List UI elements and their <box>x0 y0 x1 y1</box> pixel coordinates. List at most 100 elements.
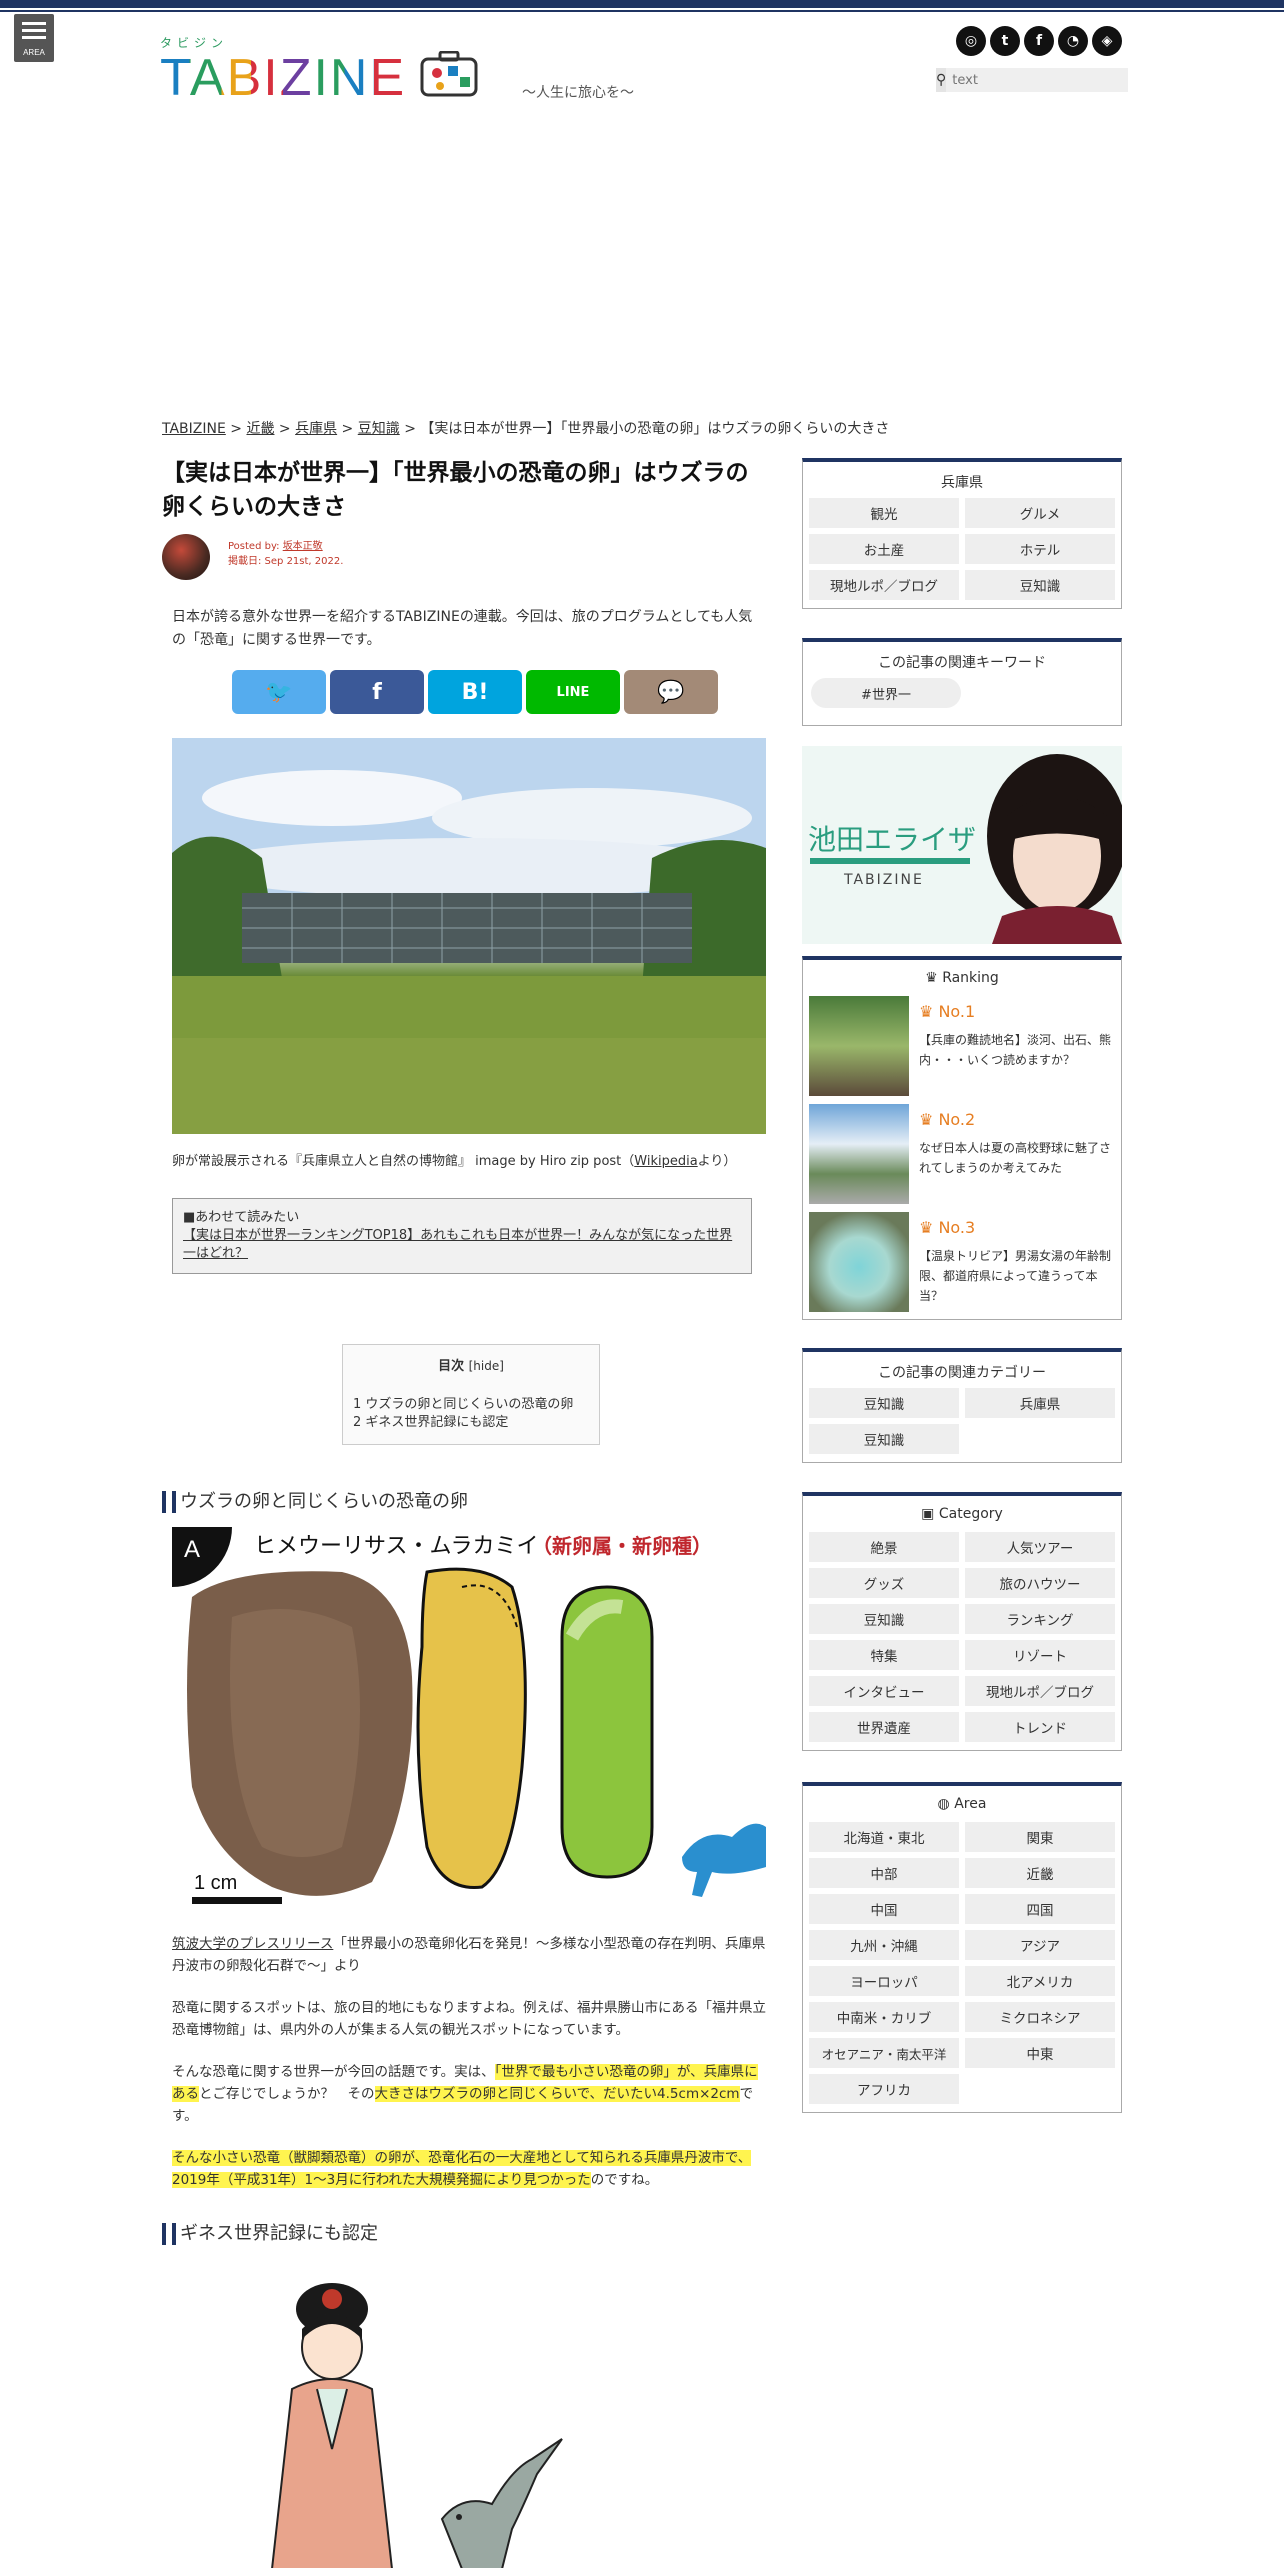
share-twitter-button[interactable]: 🐦 <box>232 670 326 714</box>
facebook-icon[interactable]: f <box>1024 26 1054 56</box>
share-comment-button[interactable]: 💬 <box>624 670 718 714</box>
ranking-title: なぜ日本人は夏の高校野球に魅了されてしまうのか考えてみた <box>919 1141 1112 1175</box>
sidebar-item[interactable]: アジア <box>965 1930 1115 1960</box>
sidebar-item[interactable]: 豆知識 <box>809 1424 959 1454</box>
sidebar-item[interactable]: ヨーロッパ <box>809 1966 959 1996</box>
museum-photo <box>172 738 766 1134</box>
sidebar-item[interactable]: グルメ <box>965 498 1115 528</box>
sidebar-item[interactable]: 豆知識 <box>809 1388 959 1418</box>
toc-item[interactable]: 2 ギネス世界記録にも認定 <box>353 1414 589 1432</box>
feedly-icon[interactable]: ◈ <box>1092 26 1122 56</box>
breadcrumb-link[interactable]: 豆知識 <box>358 421 400 437</box>
sidebar-item[interactable]: トレンド <box>965 1712 1115 1742</box>
share-buttons: 🐦 f B! LINE 💬 <box>232 670 768 714</box>
sidebar-item[interactable]: 九州・沖縄 <box>809 1930 959 1960</box>
area-title: Area <box>954 1796 987 1812</box>
sidebar-item[interactable]: 人気ツアー <box>965 1532 1115 1562</box>
interview-banner[interactable]: 池田エライザ TABIZINE <box>802 746 1122 944</box>
related-article-box: ■あわせて読みたい 【実は日本が世界一ランキングTOP18】あれもこれも日本が世… <box>172 1198 752 1274</box>
sidebar-item[interactable]: 四国 <box>965 1894 1115 1924</box>
sidebar-item[interactable]: 豆知識 <box>809 1604 959 1634</box>
related-article-link[interactable]: 【実は日本が世界一ランキングTOP18】あれもこれも日本が世界一！みんなが気にな… <box>183 1228 732 1261</box>
menu-button[interactable]: AREA <box>14 14 54 62</box>
sidebar-item[interactable]: ホテル <box>965 534 1115 564</box>
rss-icon[interactable]: ◔ <box>1058 26 1088 56</box>
ranking-number-text: No.2 <box>938 1110 976 1129</box>
search-input[interactable] <box>946 68 1129 92</box>
sidebar-item[interactable]: 現地ルポ／ブログ <box>965 1676 1115 1706</box>
site-logo[interactable]: TABIZINE <box>160 48 478 108</box>
sidebar-item[interactable]: 旅のハウツー <box>965 1568 1115 1598</box>
tagline: ～人生に旅心を～ <box>522 85 634 101</box>
posted-by-label: Posted by: <box>228 541 283 552</box>
share-hatena-button[interactable]: B! <box>428 670 522 714</box>
twitter-icon[interactable]: t <box>990 26 1020 56</box>
highlight-text: そんな小さい恐竜（獣脚類恐竜）の卵が、恐竜化石の一大産地として知られる兵庫県丹波… <box>172 2150 752 2188</box>
sidebar-heading: 兵庫県 <box>941 475 983 491</box>
sidebar-item[interactable]: 特集 <box>809 1640 959 1670</box>
sidebar-item[interactable]: 中東 <box>965 2038 1115 2068</box>
sidebar-item[interactable]: 豆知識 <box>965 570 1115 600</box>
sidebar-item[interactable]: 兵庫県 <box>965 1388 1115 1418</box>
article-body: 筑波大学のプレスリリース「世界最小の恐竜卵化石を発見！～多様な小型恐竜の存在判明… <box>162 1933 768 2191</box>
sidebar-item[interactable]: ミクロネシア <box>965 2002 1115 2032</box>
section-heading-2: ギネス世界記録にも認定 <box>162 2223 768 2245</box>
share-facebook-button[interactable]: f <box>330 670 424 714</box>
sidebar-item[interactable]: 中部 <box>809 1858 959 1888</box>
ranking-item[interactable]: ♛ No.1 【兵庫の難読地名】淡河、出石、熊内・・・いくつ読めますか？ <box>809 996 1115 1104</box>
ranking-title: 【兵庫の難読地名】淡河、出石、熊内・・・いくつ読めますか？ <box>919 1033 1112 1067</box>
paragraph: そんな恐竜に関する世界一が今回の話題です。実は、「世界で最も小さい恐竜の卵」が、… <box>172 2061 766 2127</box>
sidebar-item[interactable]: オセアニア・南太平洋 <box>809 2038 959 2068</box>
breadcrumb-link[interactable]: 兵庫県 <box>295 421 337 437</box>
ranking-title: Ranking <box>942 970 999 986</box>
sidebar-item[interactable]: リゾート <box>965 1640 1115 1670</box>
sidebar-heading: ▣ Category <box>803 1496 1121 1532</box>
sidebar-item[interactable]: 絶景 <box>809 1532 959 1562</box>
highlight-text: 大きさはウズラの卵と同じくらいで、だいたい4.5cm×2cm <box>374 2086 740 2102</box>
sidebar-item[interactable]: 近畿 <box>965 1858 1115 1888</box>
museum-photo-image <box>172 738 766 1134</box>
intro-text: 日本が誇る意外な世界一を紹介するTABIZINEの連載。今回は、旅のプログラムと… <box>172 609 753 648</box>
wikipedia-link[interactable]: Wikipedia <box>634 1154 697 1169</box>
search-icon[interactable]: ⚲ <box>936 68 947 92</box>
crown-icon: ♛ <box>919 1218 934 1237</box>
keyword-tag[interactable]: #世界一 <box>811 678 961 708</box>
sidebar-item[interactable]: 観光 <box>809 498 959 528</box>
toc-hide-toggle[interactable]: [hide] <box>469 1359 504 1373</box>
ranking-item[interactable]: ♛ No.3 【温泉トリビア】男湯女湯の年齢制限、都道府県によって違うって本当？ <box>809 1212 1115 1320</box>
toc-heading: 目次 [hide] <box>353 1357 589 1376</box>
breadcrumb-link[interactable]: 近畿 <box>246 421 274 437</box>
sidebar-item[interactable]: 関東 <box>965 1822 1115 1852</box>
related-label: ■あわせて読みたい <box>183 1210 300 1225</box>
sidebar-item[interactable]: ランキング <box>965 1604 1115 1634</box>
sidebar-item[interactable]: 現地ルポ／ブログ <box>809 570 959 600</box>
sidebar-item[interactable]: グッズ <box>809 1568 959 1598</box>
sidebar-item[interactable]: 中南米・カリブ <box>809 2002 959 2032</box>
sidebar-heading: ◍ Area <box>803 1786 1121 1822</box>
sidebar-item[interactable]: お土産 <box>809 534 959 564</box>
sidebar-item[interactable]: 中国 <box>809 1894 959 1924</box>
sidebar-item[interactable]: アフリカ <box>809 2074 959 2104</box>
sidebar-item[interactable]: 北海道・東北 <box>809 1822 959 1852</box>
crown-icon: ♛ <box>919 1002 934 1021</box>
book-icon: ▣ <box>921 1506 935 1522</box>
sidebar-item[interactable]: インタビュー <box>809 1676 959 1706</box>
ranking-thumb <box>809 1104 909 1204</box>
toc-item[interactable]: 1 ウズラの卵と同じくらいの恐竜の卵 <box>353 1396 589 1414</box>
ranking-title: 【温泉トリビア】男湯女湯の年齢制限、都道府県によって違うって本当？ <box>919 1249 1112 1303</box>
author-link[interactable]: 坂本正敬 <box>283 541 323 552</box>
sidebar-item[interactable]: 世界遺産 <box>809 1712 959 1742</box>
sidebar-item[interactable]: 北アメリカ <box>965 1966 1115 1996</box>
press-release-link[interactable]: 筑波大学のプレスリリース <box>172 1936 333 1952</box>
instagram-icon[interactable]: ◎ <box>956 26 986 56</box>
crown-icon: ♛ <box>925 970 938 986</box>
author-avatar <box>162 534 210 580</box>
share-line-button[interactable]: LINE <box>526 670 620 714</box>
ranking-thumb <box>809 1212 909 1312</box>
ranking-item[interactable]: ♛ No.2 なぜ日本人は夏の高校野球に魅了されてしまうのか考えてみた <box>809 1104 1115 1212</box>
para-text: とご存じでしょうか？ その <box>199 2086 375 2102</box>
sidebar-heading: ♛ Ranking <box>803 960 1121 996</box>
top-navy-line <box>0 10 1284 12</box>
breadcrumb-current: 【実は日本が世界一】「世界最小の恐竜の卵」はウズラの卵くらいの大きさ <box>420 421 890 437</box>
breadcrumb-link[interactable]: TABIZINE <box>162 421 226 437</box>
